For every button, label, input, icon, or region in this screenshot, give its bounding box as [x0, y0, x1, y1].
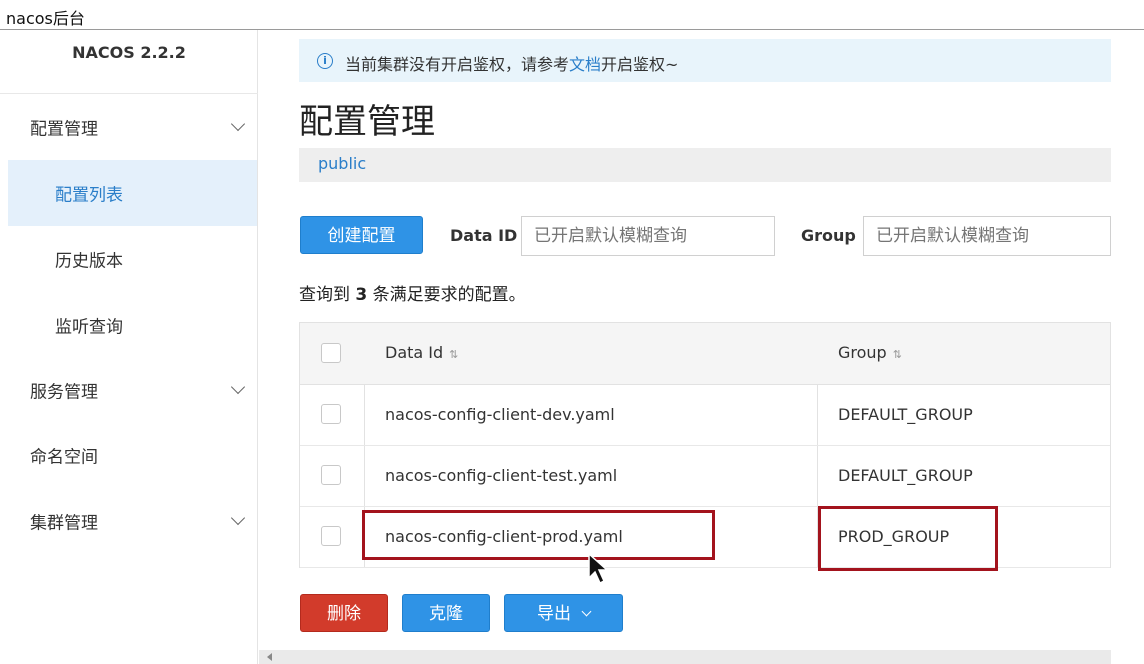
row-checkbox[interactable]	[321, 404, 341, 424]
chevron-down-icon	[230, 379, 246, 395]
sidebar-item-listener-query[interactable]: 监听查询	[8, 292, 257, 358]
row-checkbox[interactable]	[321, 465, 341, 485]
sidebar-item-label: 历史版本	[55, 251, 123, 272]
namespace-public[interactable]: public	[318, 154, 366, 173]
namespace-bar: public	[299, 148, 1111, 182]
horizontal-scrollbar[interactable]	[259, 650, 1111, 664]
window-title: nacos后台	[6, 9, 85, 28]
delete-button[interactable]: 删除	[300, 594, 388, 632]
sidebar-item-label: 配置列表	[55, 185, 123, 206]
table-header: Data Id ⇅ Group ⇅	[300, 323, 1110, 385]
sidebar-item-cluster-management[interactable]: 集群管理	[8, 488, 257, 554]
export-button[interactable]: 导出	[504, 594, 623, 632]
page-title: 配置管理	[299, 102, 435, 142]
data-id-label: Data ID	[450, 226, 518, 245]
result-summary: 查询到 3 条满足要求的配置。	[299, 285, 526, 305]
clone-button[interactable]: 克隆	[402, 594, 490, 632]
chevron-down-icon	[230, 116, 246, 132]
sidebar-item-service-management[interactable]: 服务管理	[8, 357, 257, 423]
highlight-box-group	[818, 506, 998, 571]
window-titlebar: nacos后台	[0, 0, 1144, 30]
main-content: i 当前集群没有开启鉴权，请参考文档开启鉴权~ 配置管理 public 创建配置…	[259, 30, 1144, 664]
sidebar-item-label: 集群管理	[30, 513, 98, 534]
row-checkbox[interactable]	[321, 526, 341, 546]
highlight-box-data-id	[362, 510, 715, 560]
brand-logo: NACOS 2.2.2	[0, 30, 258, 94]
sidebar-item-namespace[interactable]: 命名空间	[8, 422, 257, 488]
scroll-left-icon[interactable]	[267, 653, 272, 661]
data-id-cell: nacos-config-client-dev.yaml	[385, 405, 615, 424]
group-label: Group	[801, 226, 856, 245]
data-id-cell: nacos-config-client-test.yaml	[385, 466, 618, 485]
column-header-group[interactable]: Group ⇅	[838, 343, 902, 362]
group-input[interactable]	[863, 216, 1111, 256]
column-header-data-id[interactable]: Data Id ⇅	[385, 343, 458, 362]
group-cell: DEFAULT_GROUP	[838, 405, 973, 424]
sidebar-item-label: 配置管理	[30, 119, 98, 140]
group-cell: DEFAULT_GROUP	[838, 466, 973, 485]
sidebar-item-config-list[interactable]: 配置列表	[8, 160, 257, 226]
sidebar-item-label: 命名空间	[30, 447, 98, 468]
table-row[interactable]: nacos-config-client-test.yaml DEFAULT_GR…	[300, 446, 1110, 507]
sort-icon[interactable]: ⇅	[449, 348, 458, 361]
mouse-cursor-icon	[588, 552, 609, 585]
data-id-input[interactable]	[521, 216, 775, 256]
sidebar-item-config-management[interactable]: 配置管理	[8, 94, 257, 160]
auth-notice: i 当前集群没有开启鉴权，请参考文档开启鉴权~	[299, 39, 1111, 82]
select-all-checkbox[interactable]	[321, 343, 341, 363]
sort-icon[interactable]: ⇅	[893, 348, 902, 361]
chevron-down-icon	[230, 510, 246, 526]
sidebar: NACOS 2.2.2 配置管理 配置列表 历史版本 监听查询 服务管理 命名空…	[0, 30, 258, 664]
sidebar-item-history[interactable]: 历史版本	[8, 226, 257, 292]
create-config-button[interactable]: 创建配置	[300, 216, 423, 254]
table-row[interactable]: nacos-config-client-dev.yaml DEFAULT_GRO…	[300, 385, 1110, 446]
notice-text: 当前集群没有开启鉴权，请参考文档开启鉴权~	[345, 55, 679, 74]
chevron-down-icon	[581, 606, 592, 617]
docs-link[interactable]: 文档	[569, 55, 601, 74]
sidebar-item-label: 服务管理	[30, 382, 98, 403]
info-icon: i	[317, 53, 333, 69]
sidebar-item-label: 监听查询	[55, 317, 123, 338]
